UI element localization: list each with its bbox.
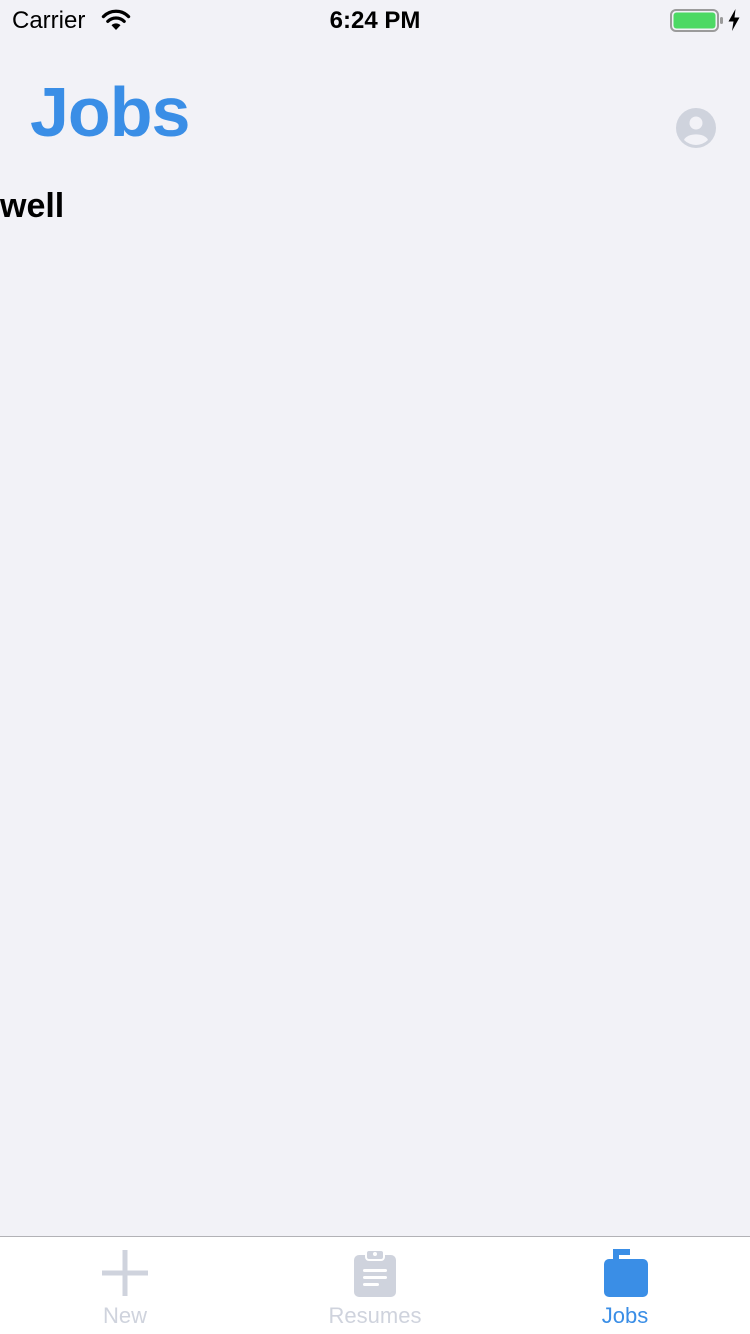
clipboard-icon [354, 1249, 396, 1297]
tab-bar: New Resumes Jobs [0, 1236, 750, 1334]
profile-button[interactable] [675, 107, 717, 149]
battery-charging-icon [670, 9, 723, 32]
tab-resumes[interactable]: Resumes [250, 1237, 500, 1334]
status-bar: Carrier 6:24 PM [0, 0, 750, 40]
briefcase-icon [604, 1249, 648, 1297]
list-item[interactable]: well [0, 186, 64, 226]
status-time: 6:24 PM [329, 7, 421, 34]
plus-icon [102, 1250, 148, 1296]
tab-new[interactable]: New [0, 1237, 250, 1334]
tab-resumes-label: Resumes [328, 1303, 422, 1328]
page-title: Jobs [30, 73, 190, 151]
charging-bolt-icon [728, 9, 740, 31]
screen: Carrier 6:24 PM Jobs well New Resumes Jo… [0, 0, 750, 1334]
tab-jobs[interactable]: Jobs [500, 1237, 750, 1334]
tab-new-label: New [102, 1303, 147, 1328]
person-circle-icon [676, 108, 716, 148]
tab-jobs-label: Jobs [601, 1303, 649, 1328]
